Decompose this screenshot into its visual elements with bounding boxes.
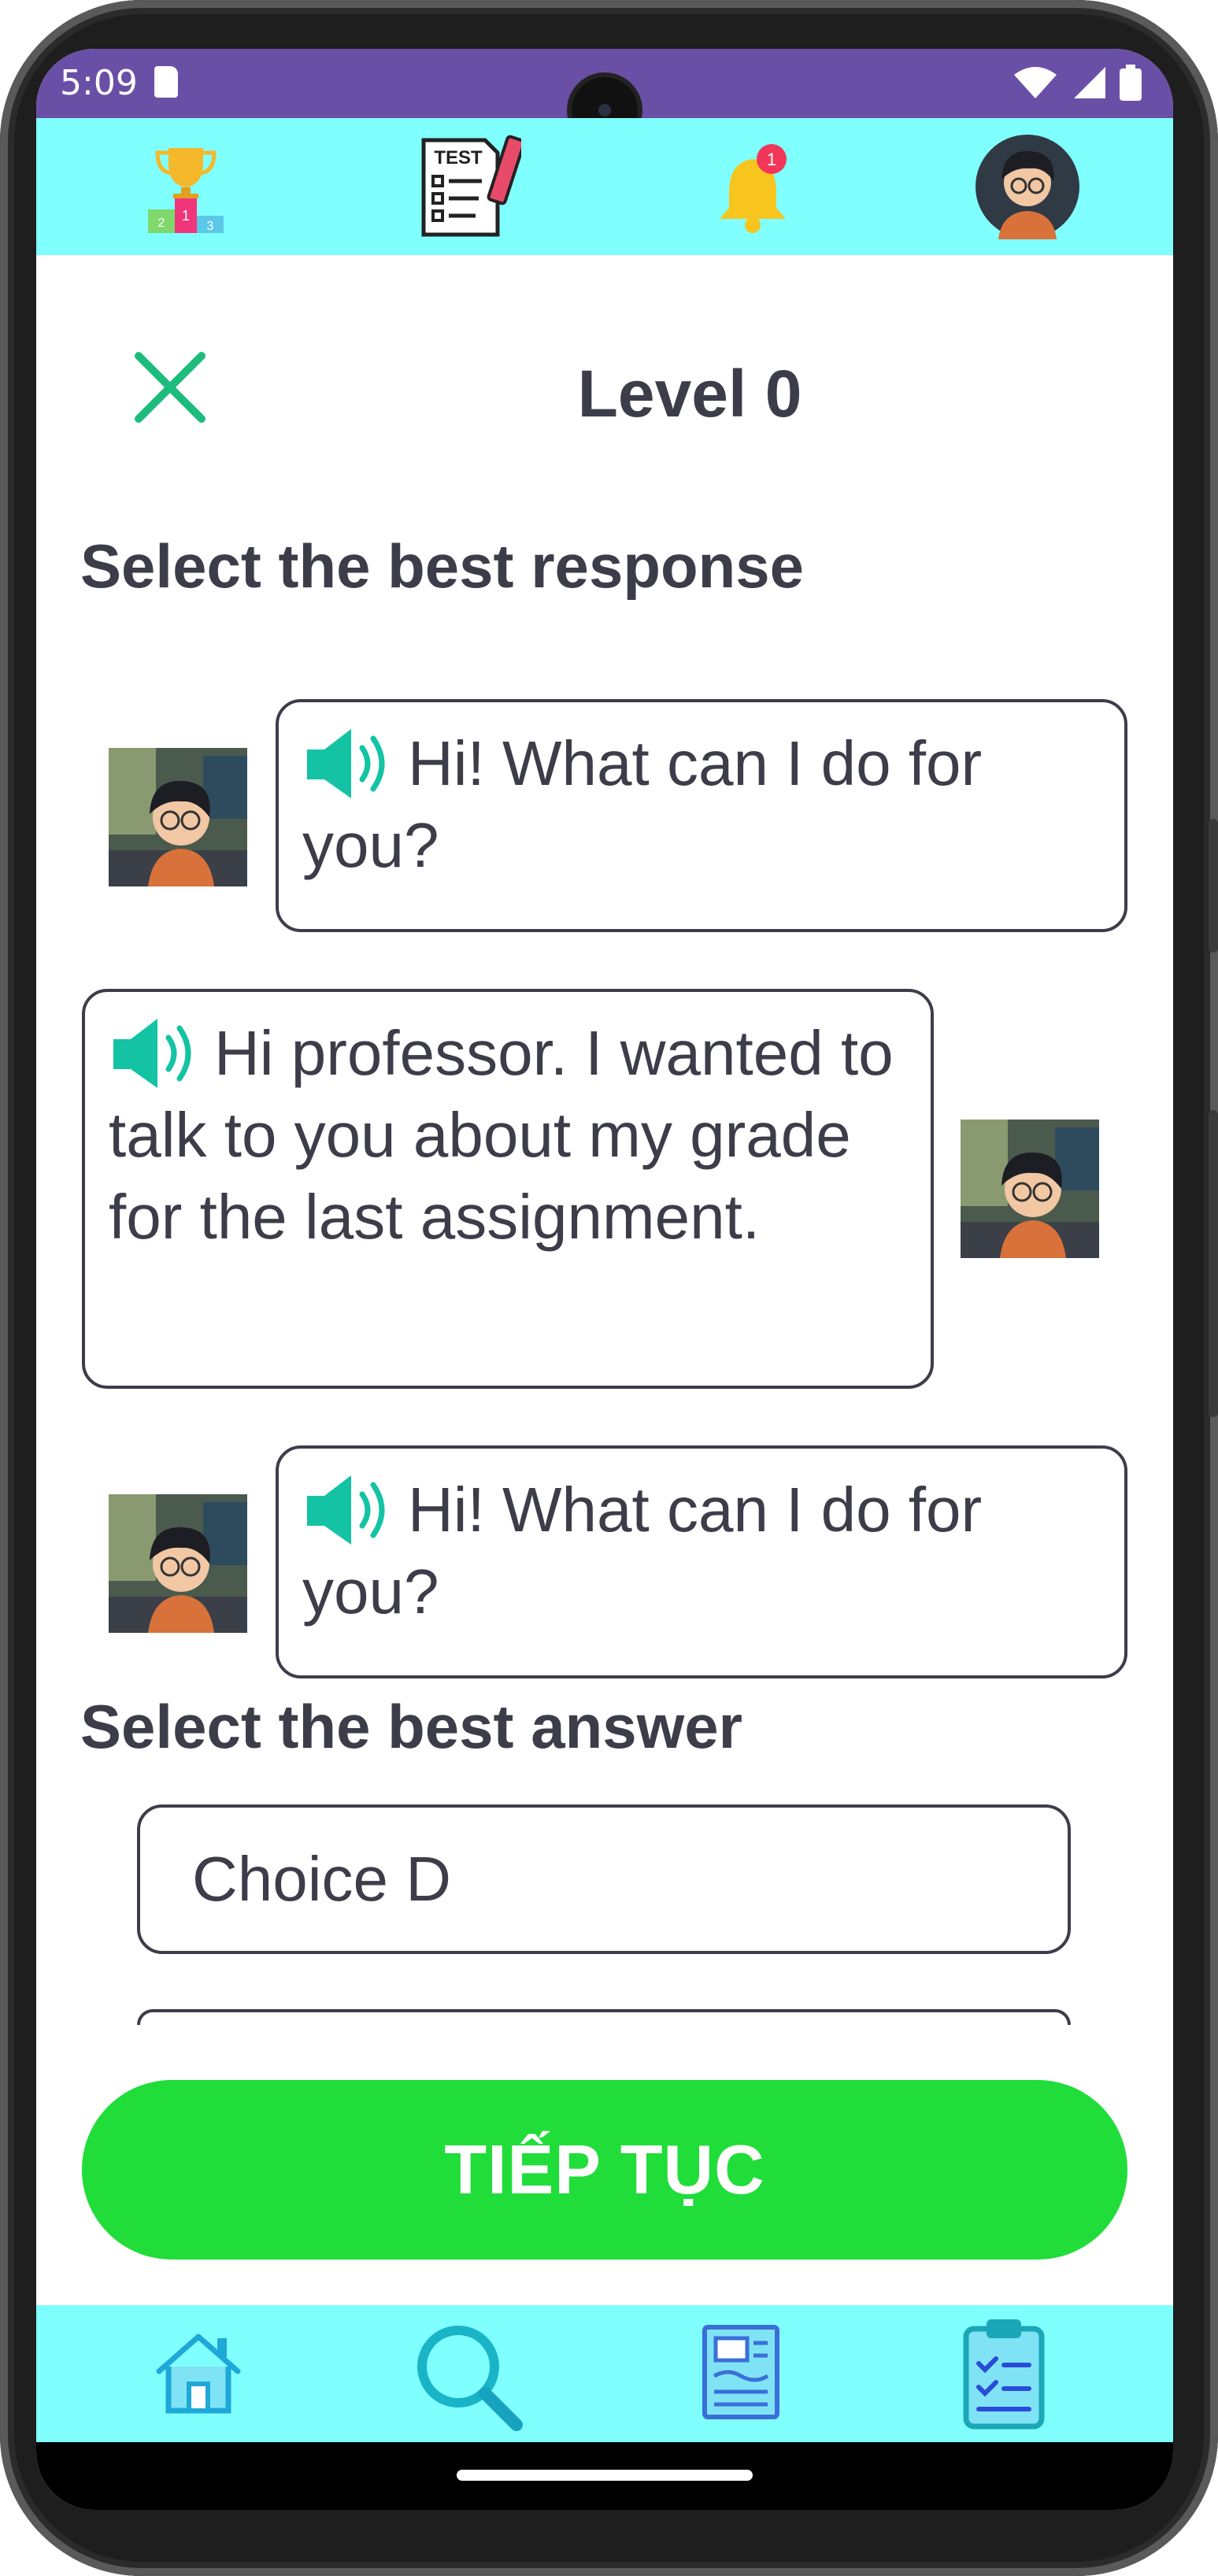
notification-badge: 1	[767, 150, 776, 169]
top-nav: 1 2 3 TEST 1	[36, 118, 1173, 255]
svg-text:1: 1	[182, 208, 190, 224]
wifi-icon	[1014, 67, 1057, 98]
test-icon[interactable]: TEST	[411, 131, 523, 242]
close-icon	[135, 352, 205, 423]
question-prompt: Select the best response	[80, 531, 805, 601]
clipboard-checklist-icon[interactable]	[953, 2316, 1055, 2431]
notification-bell-icon[interactable]: 1	[709, 143, 803, 238]
home-gesture-bar[interactable]	[457, 2470, 753, 2481]
leaderboard-icon[interactable]: 1 2 3	[137, 140, 235, 238]
power-button	[1209, 819, 1218, 953]
svg-text:3: 3	[207, 220, 214, 233]
search-icon[interactable]	[409, 2318, 528, 2436]
chat-bubble-2: Hi professor. I wanted to talk to you ab…	[82, 989, 934, 1389]
speaker-icon[interactable]	[302, 723, 395, 805]
chat-bubble-3: Hi! What can I do for you?	[276, 1445, 1127, 1678]
speaker-avatar	[109, 748, 247, 886]
level-title: Level 0	[577, 357, 802, 431]
app-screen: 5:09 1 2 3 TEST 1 Level 0 Select the bes…	[36, 49, 1173, 2510]
bottom-nav	[36, 2305, 1173, 2442]
message-text: Hi! What can I do for you?	[302, 1475, 983, 1627]
document-icon[interactable]	[690, 2321, 792, 2423]
speaker-avatar	[961, 1120, 1099, 1258]
choice-option[interactable]: Choice D	[137, 1804, 1071, 1954]
home-icon[interactable]	[150, 2324, 247, 2422]
battery-icon	[1120, 65, 1142, 101]
speaker-avatar	[109, 1494, 247, 1633]
profile-avatar[interactable]	[975, 134, 1080, 239]
speaker-icon[interactable]	[302, 1469, 395, 1551]
signal-icon	[1074, 67, 1105, 98]
sim-card-icon	[154, 66, 178, 98]
message-text: Hi! What can I do for you?	[302, 728, 983, 880]
continue-button[interactable]: TIẾP TỤC	[82, 2080, 1127, 2260]
volume-button	[1209, 1110, 1218, 1417]
chat-bubble-1: Hi! What can I do for you?	[276, 699, 1127, 932]
answer-prompt: Select the best answer	[80, 1692, 743, 1761]
status-time: 5:09	[60, 63, 138, 103]
test-icon-label: TEST	[434, 147, 483, 168]
phone-frame: 5:09 1 2 3 TEST 1 Level 0 Select the bes…	[0, 0, 1218, 2576]
close-button[interactable]	[131, 348, 209, 427]
speaker-icon[interactable]	[109, 1012, 202, 1094]
svg-text:2: 2	[158, 217, 165, 230]
message-text: Hi professor. I wanted to talk to you ab…	[109, 1018, 894, 1252]
choice-option-partial[interactable]	[137, 2009, 1071, 2025]
